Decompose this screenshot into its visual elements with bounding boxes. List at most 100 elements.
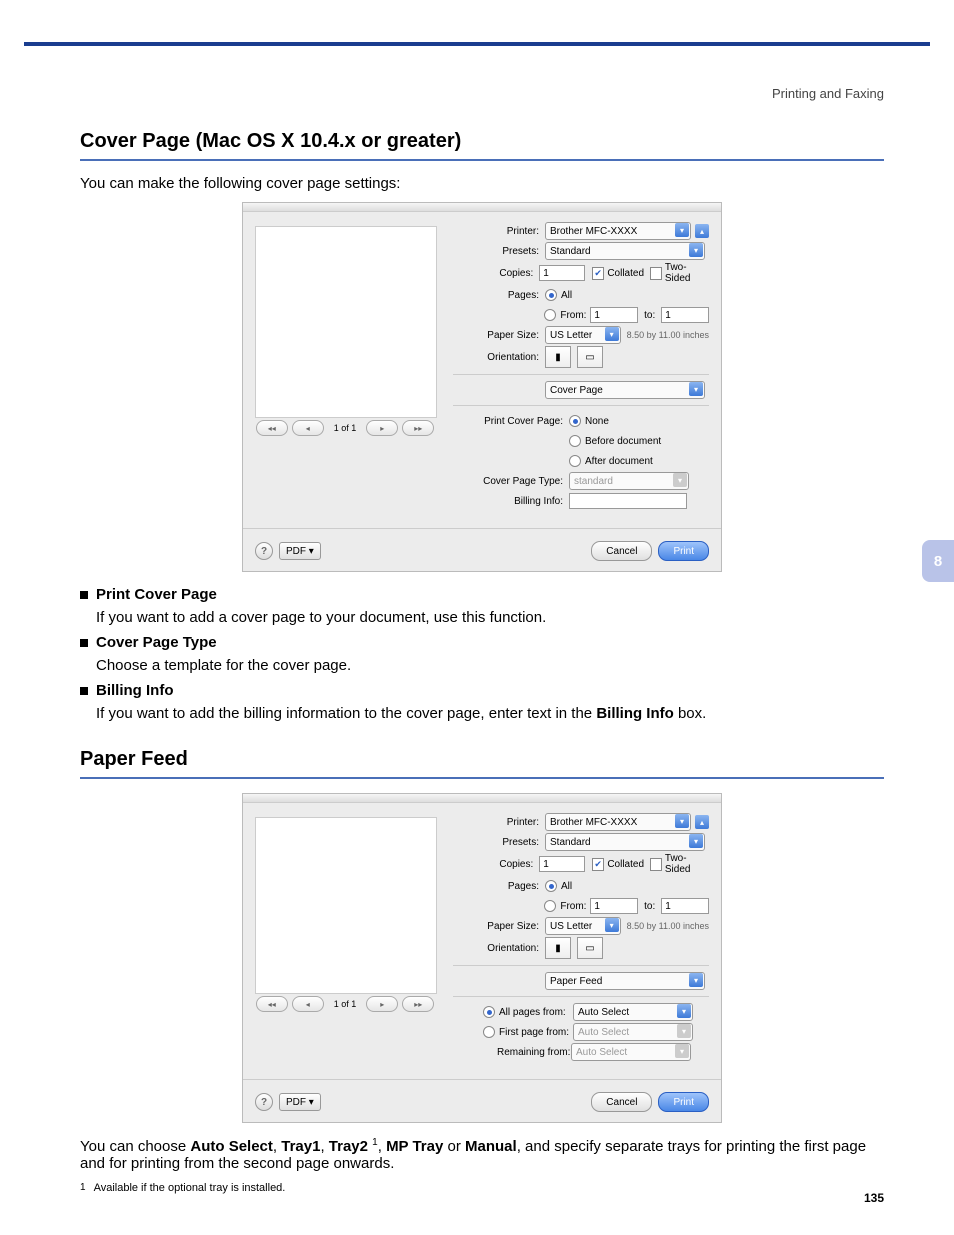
help-icon[interactable]: ? [255,1093,273,1111]
print-dialog-paperfeed: ◂◂ ◂ 1 of 1 ▸ ▸▸ Printer: Brother MFC-XX… [242,793,722,1123]
papersize-select[interactable]: US Letter▾ [545,326,621,344]
print-button[interactable]: Print [658,1092,709,1112]
select-arrow-icon: ▾ [677,1004,691,1018]
bullet-text: Choose a template for the cover page. [96,657,884,674]
bullet-label: Billing Info [96,682,173,699]
pages-label: Pages: [453,290,545,301]
dialog-titlebar [243,794,721,803]
pages-from-radio[interactable] [544,900,556,912]
printer-label: Printer: [453,226,545,237]
papersize-select[interactable]: US Letter▾ [545,917,621,935]
pages-from-input[interactable]: 1 [590,307,638,323]
heading-rule [80,159,884,161]
pdf-menu[interactable]: PDF ▾ [279,1093,321,1111]
presets-label: Presets: [453,246,545,257]
copies-input[interactable]: 1 [539,265,584,281]
collated-label: Collated [607,859,644,870]
print-button[interactable]: Print [658,541,709,561]
pager-first-icon[interactable]: ◂◂ [256,420,288,436]
copies-input[interactable]: 1 [539,856,584,872]
orientation-landscape-icon[interactable]: ▭ [577,937,603,959]
pcp-label: Print Cover Page: [453,416,569,427]
twosided-checkbox[interactable] [650,267,662,280]
presets-select[interactable]: Standard▾ [545,833,705,851]
pages-to-input[interactable]: 1 [661,898,709,914]
bullet-text: If you want to add the billing informati… [96,705,884,722]
copies-label: Copies: [453,268,539,279]
pcp-before-radio[interactable] [569,435,581,447]
section-heading-coverpage: Cover Page (Mac OS X 10.4.x or greater) [80,130,884,153]
select-arrow-icon: ▾ [689,973,703,987]
twosided-checkbox[interactable] [650,858,662,871]
billing-input[interactable] [569,493,687,509]
divider [453,374,709,375]
preview-pane [255,817,437,994]
pcp-after-radio[interactable] [569,455,581,467]
pager-next-icon[interactable]: ▸ [366,420,398,436]
pages-all-radio[interactable] [545,289,557,301]
select-arrow-icon: ▾ [605,918,619,932]
select-arrow-icon: ▾ [689,834,703,848]
pdf-menu[interactable]: PDF ▾ [279,542,321,560]
pcp-none-label: None [585,416,609,427]
footnote: 1 Available if the optional tray is inst… [80,1182,884,1194]
pager-prev-icon[interactable]: ◂ [292,996,324,1012]
pcp-none-radio[interactable] [569,415,581,427]
help-icon[interactable]: ? [255,542,273,560]
pages-from-label: From: [560,901,586,912]
cpt-select: standard▾ [569,472,689,490]
pager-last-icon[interactable]: ▸▸ [402,420,434,436]
pages-from-input[interactable]: 1 [590,898,638,914]
top-rule [24,42,930,46]
select-arrow-icon: ▾ [675,223,689,237]
pages-to-input[interactable]: 1 [661,307,709,323]
pages-all-radio[interactable] [545,880,557,892]
bullet-label: Print Cover Page [96,586,217,603]
cancel-button[interactable]: Cancel [591,1092,652,1112]
firstpage-select: Auto Select▾ [573,1023,693,1041]
papersize-dims: 8.50 by 11.00 inches [627,921,709,931]
pages-from-label: From: [560,310,586,321]
allpages-radio[interactable] [483,1006,495,1018]
allpages-select[interactable]: Auto Select▾ [573,1003,693,1021]
orientation-portrait-icon[interactable]: ▮ [545,346,571,368]
pager-last-icon[interactable]: ▸▸ [402,996,434,1012]
dialog-titlebar [243,203,721,212]
print-dialog-coverpage: ◂◂ ◂ 1 of 1 ▸ ▸▸ Printer: Brother MFC-XX… [242,202,722,572]
printer-info-icon[interactable]: ▴ [695,224,709,238]
collated-checkbox[interactable]: ✔ [592,858,604,871]
header-right: Printing and Faxing [772,86,884,101]
printer-label: Printer: [453,817,545,828]
papersize-label: Paper Size: [453,921,545,932]
pager-prev-icon[interactable]: ◂ [292,420,324,436]
firstpage-label: First page from: [499,1027,573,1038]
copies-label: Copies: [453,859,539,870]
orientation-portrait-icon[interactable]: ▮ [545,937,571,959]
pager-first-icon[interactable]: ◂◂ [256,996,288,1012]
collated-checkbox[interactable]: ✔ [592,267,604,280]
twosided-label: Two-Sided [665,262,709,284]
pager-next-icon[interactable]: ▸ [366,996,398,1012]
orientation-landscape-icon[interactable]: ▭ [577,346,603,368]
presets-select[interactable]: Standard▾ [545,242,705,260]
firstpage-radio[interactable] [483,1026,495,1038]
section-select[interactable]: Cover Page▾ [545,381,705,399]
divider [453,405,709,406]
printer-select[interactable]: Brother MFC-XXXX▾ [545,222,691,240]
papersize-label: Paper Size: [453,330,545,341]
cancel-button[interactable]: Cancel [591,541,652,561]
section-select[interactable]: Paper Feed▾ [545,972,705,990]
preview-pane [255,226,437,418]
printer-select[interactable]: Brother MFC-XXXX▾ [545,813,691,831]
select-arrow-icon: ▾ [689,382,703,396]
divider [453,996,709,997]
orientation-label: Orientation: [453,352,545,363]
section2-text: You can choose Auto Select, Tray1, Tray2… [80,1137,884,1172]
divider [243,1079,721,1080]
printer-info-icon[interactable]: ▴ [695,815,709,829]
select-arrow-icon: ▾ [605,327,619,341]
bullet-text: If you want to add a cover page to your … [96,609,884,626]
pages-from-radio[interactable] [544,309,556,321]
select-arrow-icon: ▾ [677,1024,691,1038]
twosided-label: Two-Sided [665,853,709,875]
